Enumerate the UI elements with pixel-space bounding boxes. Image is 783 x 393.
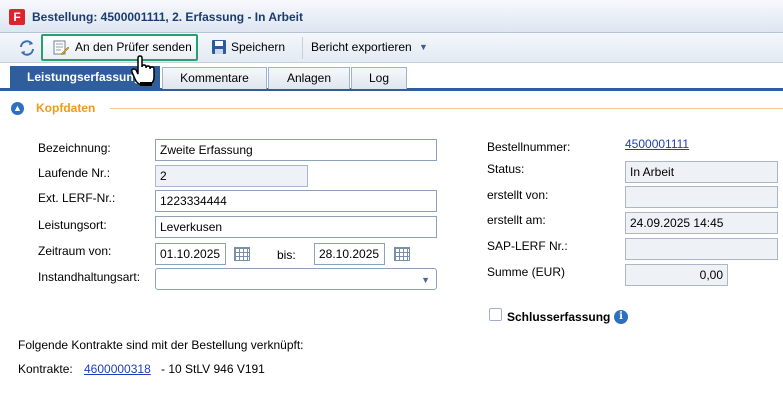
bestellnummer-label: Bestellnummer: xyxy=(487,140,571,154)
zeitraum-von-label: Zeitraum von: xyxy=(38,244,112,258)
save-button[interactable]: Speichern xyxy=(209,37,295,59)
tab-kommentare[interactable]: Kommentare xyxy=(162,67,267,89)
leistungsort-field[interactable]: Leverkusen xyxy=(155,216,437,238)
calendar-icon[interactable] xyxy=(394,247,410,261)
refresh-icon xyxy=(20,40,34,56)
collapse-section-icon[interactable]: ▲ xyxy=(11,102,24,115)
sap-lerf-label: SAP-LERF Nr.: xyxy=(487,239,568,253)
chevron-down-icon: ▼ xyxy=(419,42,428,52)
status-label: Status: xyxy=(487,162,525,176)
bezeichnung-field[interactable]: Zweite Erfassung xyxy=(155,139,437,161)
section-title: Kopfdaten xyxy=(36,101,96,115)
tab-log[interactable]: Log xyxy=(351,67,407,89)
summe-label: Summe (EUR) xyxy=(487,265,566,279)
summe-field: 0,00 xyxy=(625,264,728,286)
chevron-down-icon: ▼ xyxy=(421,275,430,285)
ext-lerf-field[interactable]: 1223334444 xyxy=(155,190,437,212)
contract-description: - 10 StLV 946 V191 xyxy=(161,362,265,376)
export-report-button[interactable]: Bericht exportieren ▼ xyxy=(311,37,433,59)
instandhaltungsart-label: Instandhaltungsart: xyxy=(38,270,141,284)
instandhaltungsart-select[interactable]: ▼ xyxy=(155,268,437,290)
hand-cursor-icon xyxy=(131,55,155,86)
erstellt-von-label: erstellt von: xyxy=(487,188,549,202)
erstellt-am-label: erstellt am: xyxy=(487,213,546,227)
zeitraum-von-field[interactable]: 01.10.2025 xyxy=(155,243,226,265)
laufende-nr-field: 2 xyxy=(155,165,308,187)
tab-anlagen[interactable]: Anlagen xyxy=(268,67,350,89)
send-to-reviewer-button[interactable]: An den Prüfer senden xyxy=(41,34,198,61)
zeitraum-bis-field[interactable]: 28.10.2025 xyxy=(314,243,385,265)
bezeichnung-label: Bezeichnung: xyxy=(38,141,111,155)
edit-document-icon xyxy=(53,40,69,56)
info-icon[interactable]: i xyxy=(614,310,628,324)
window-title: Bestellung: 4500001111, 2. Erfassung - I… xyxy=(32,10,304,24)
contract-link[interactable]: 4600000318 xyxy=(84,362,151,376)
sap-lerf-field xyxy=(625,238,778,260)
erstellt-am-field: 24.09.2025 14:45 xyxy=(625,212,778,234)
refresh-button[interactable] xyxy=(16,37,38,59)
laufende-nr-label: Laufende Nr.: xyxy=(38,166,111,180)
contracts-label: Kontrakte: xyxy=(18,362,73,376)
schlusserfassung-label: Schlusserfassung xyxy=(507,310,611,324)
calendar-icon[interactable] xyxy=(234,247,250,261)
status-field: In Arbeit xyxy=(625,161,778,183)
bis-label: bis: xyxy=(277,248,296,262)
section-divider xyxy=(110,108,783,109)
app-logo: F xyxy=(9,9,25,25)
toolbar-separator xyxy=(302,37,303,59)
send-button-label: An den Prüfer senden xyxy=(75,40,192,54)
floppy-disk-icon xyxy=(212,40,226,54)
export-button-label: Bericht exportieren xyxy=(311,40,412,54)
schlusserfassung-checkbox[interactable] xyxy=(489,308,502,321)
save-button-label: Speichern xyxy=(231,40,286,54)
ext-lerf-label: Ext. LERF-Nr.: xyxy=(38,191,116,205)
contracts-intro: Folgende Kontrakte sind mit der Bestellu… xyxy=(18,338,304,352)
bestellnummer-link[interactable]: 4500001111 xyxy=(625,137,689,151)
erstellt-von-field xyxy=(625,186,778,208)
leistungsort-label: Leistungsort: xyxy=(38,218,107,232)
